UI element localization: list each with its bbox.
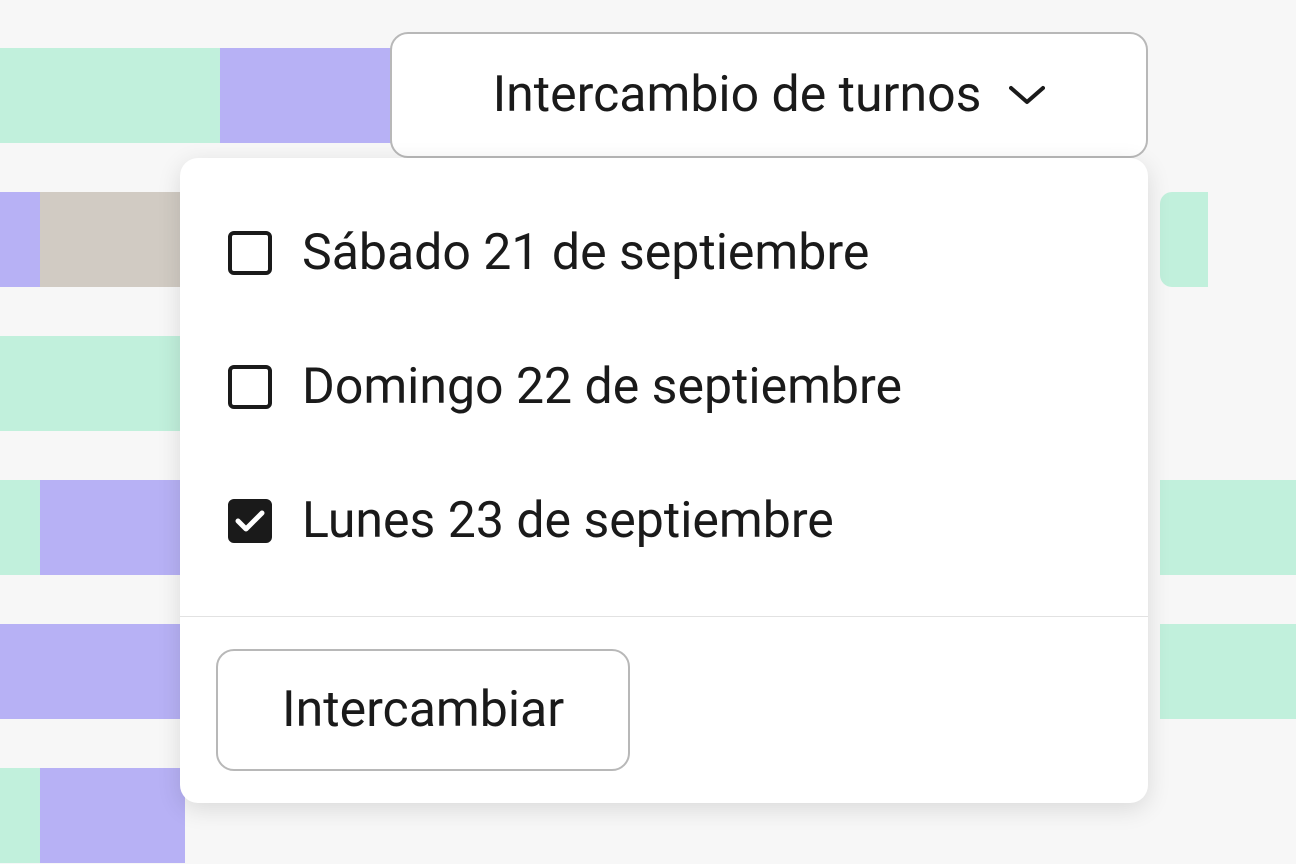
schedule-bar: [40, 480, 185, 575]
checkbox-unchecked-icon: [228, 231, 272, 275]
date-options-list: Sábado 21 de septiembre Domingo 22 de se…: [180, 158, 1148, 616]
schedule-bar: [0, 336, 185, 431]
shift-swap-dropdown-panel: Sábado 21 de septiembre Domingo 22 de se…: [180, 158, 1148, 803]
chevron-down-icon: [1009, 77, 1045, 113]
schedule-bar: [0, 192, 40, 287]
schedule-bar: [1160, 624, 1296, 719]
date-option[interactable]: Domingo 22 de septiembre: [180, 320, 1148, 454]
date-option-label: Lunes 23 de septiembre: [302, 496, 834, 546]
date-option[interactable]: Sábado 21 de septiembre: [180, 186, 1148, 320]
schedule-bar: [40, 192, 185, 287]
date-option-label: Domingo 22 de septiembre: [302, 362, 902, 412]
schedule-bar: [1160, 480, 1296, 575]
schedule-bar: [1160, 192, 1208, 287]
shift-swap-dropdown-trigger[interactable]: Intercambio de turnos: [390, 32, 1148, 158]
schedule-bar: [220, 48, 395, 143]
dropdown-footer: Intercambiar: [180, 616, 1148, 803]
schedule-bar: [0, 624, 185, 719]
date-option[interactable]: Lunes 23 de septiembre: [180, 454, 1148, 588]
schedule-bar: [0, 48, 220, 143]
swap-button[interactable]: Intercambiar: [216, 649, 630, 771]
schedule-bar: [0, 768, 40, 863]
schedule-bar: [40, 768, 185, 863]
schedule-bar: [0, 480, 40, 575]
checkbox-checked-icon: [228, 499, 272, 543]
checkbox-unchecked-icon: [228, 365, 272, 409]
dropdown-trigger-label: Intercambio de turnos: [493, 66, 982, 124]
date-option-label: Sábado 21 de septiembre: [302, 228, 869, 278]
